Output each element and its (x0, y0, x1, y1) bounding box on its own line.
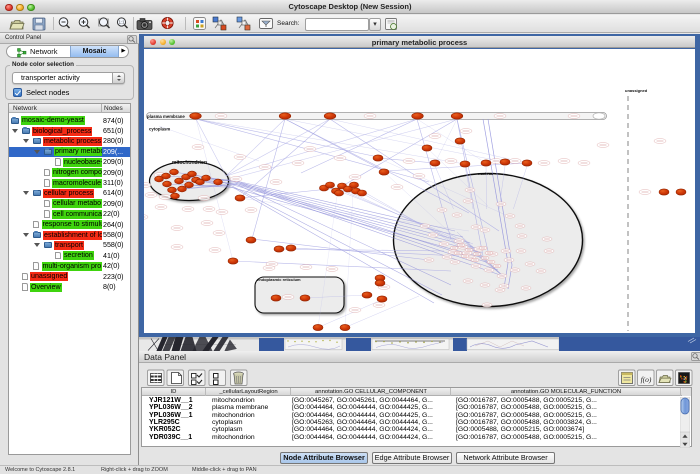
svg-text:cytoplasm: cytoplasm (149, 126, 170, 131)
svg-text:unassigned: unassigned (625, 88, 648, 93)
svg-text:nucleus: nucleus (478, 171, 494, 176)
svg-text:1:1: 1:1 (119, 20, 125, 25)
svg-text:mitochondrion: mitochondrion (172, 160, 207, 166)
svg-text:plasma membrane: plasma membrane (147, 114, 185, 119)
svg-text:f(o): f(o) (641, 375, 652, 384)
svg-text:endoplasmic reticulum: endoplasmic reticulum (257, 277, 301, 282)
